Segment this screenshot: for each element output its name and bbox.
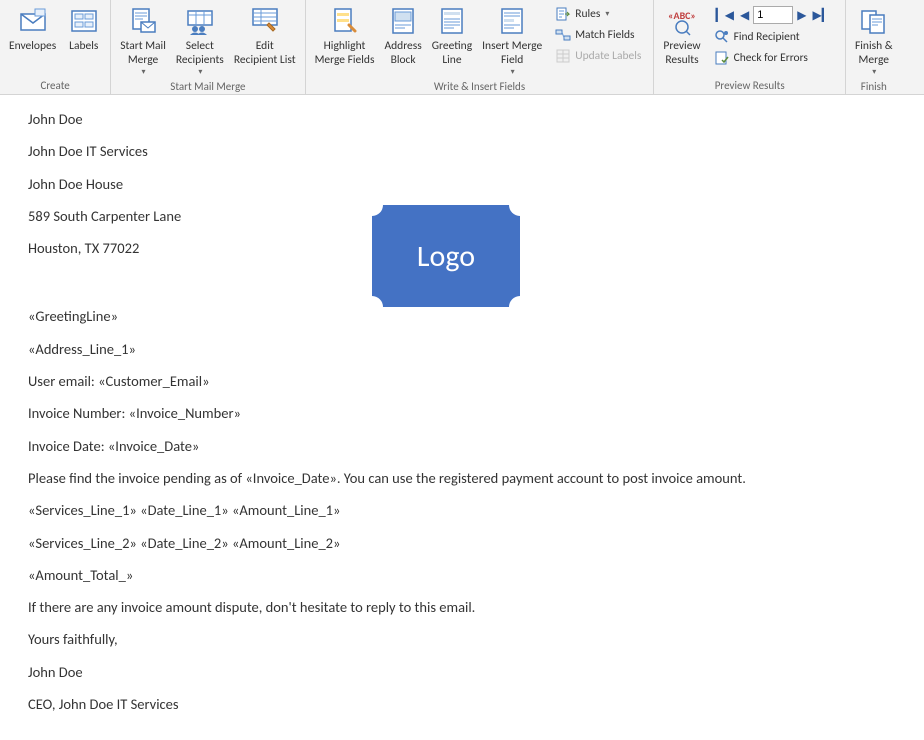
record-navigation: ▎◀ ◀ ▶ ▶▎ xyxy=(710,4,837,26)
start-mail-merge-label: Start Mail Merge xyxy=(120,39,166,67)
line-invoice-date: Invoice Date: «Invoice_Date» xyxy=(28,436,896,456)
check-errors-icon xyxy=(714,50,730,66)
preview-results-label: Preview Results xyxy=(663,39,700,67)
labels-button[interactable]: Labels xyxy=(61,2,106,56)
group-label-write-insert: Write & Insert Fields xyxy=(310,80,650,95)
signature-title: CEO, John Doe IT Services xyxy=(28,694,896,714)
dropdown-arrow-icon: ▾ xyxy=(605,9,609,19)
preview-results-icon: «ABC» xyxy=(666,5,698,37)
group-label-start-mail-merge: Start Mail Merge xyxy=(115,80,300,95)
svg-text:«ABC»: «ABC» xyxy=(668,9,696,22)
envelopes-button[interactable]: Envelopes xyxy=(4,2,61,56)
start-mail-merge-icon xyxy=(127,5,159,37)
ribbon-group-finish: Finish & Merge▾ Finish xyxy=(846,0,902,94)
insert-merge-field-label: Insert Merge Field xyxy=(482,39,542,67)
dropdown-arrow-icon: ▾ xyxy=(511,67,515,77)
dropdown-arrow-icon: ▾ xyxy=(872,67,876,77)
finish-merge-icon xyxy=(858,5,890,37)
find-recipient-label: Find Recipient xyxy=(734,30,800,44)
first-record-button[interactable]: ▎◀ xyxy=(714,7,736,24)
merge-field-invoice-date: «Invoice_Date» xyxy=(108,437,200,455)
match-fields-button[interactable]: Match Fields xyxy=(551,25,645,45)
edit-recipient-list-label: Edit Recipient List xyxy=(234,39,296,67)
merge-field-greeting: «GreetingLine» xyxy=(28,306,896,326)
logo-placeholder[interactable]: Logo xyxy=(372,205,520,307)
edit-recipient-list-button[interactable]: Edit Recipient List xyxy=(229,2,301,70)
edit-recipient-list-icon xyxy=(249,5,281,37)
greeting-line-button[interactable]: Greeting Line xyxy=(427,2,477,70)
ribbon-group-preview-results: «ABC» Preview Results ▎◀ ◀ ▶ ▶▎ Find Rec… xyxy=(654,0,846,94)
record-number-input[interactable] xyxy=(753,6,793,24)
start-mail-merge-button[interactable]: Start Mail Merge▾ xyxy=(115,2,171,80)
ribbon-group-write-insert: Highlight Merge Fields Address Block Gre… xyxy=(306,0,655,94)
check-for-errors-button[interactable]: Check for Errors xyxy=(710,48,837,68)
document-body[interactable]: John Doe John Doe IT Services John Doe H… xyxy=(0,95,924,740)
update-labels-icon xyxy=(555,48,571,64)
finish-merge-label: Finish & Merge xyxy=(855,39,893,67)
sender-name: John Doe xyxy=(28,109,896,129)
dropdown-arrow-icon: ▾ xyxy=(198,67,202,77)
line-intro: Please find the invoice pending as of «I… xyxy=(28,468,896,488)
address-block-label: Address Block xyxy=(384,39,421,67)
group-label-finish: Finish xyxy=(850,80,898,95)
merge-field-address1: «Address_Line_1» xyxy=(28,339,896,359)
group-label-preview-results: Preview Results xyxy=(658,79,841,94)
address-block-icon xyxy=(387,5,419,37)
logo-text: Logo xyxy=(417,238,475,275)
prev-record-button[interactable]: ◀ xyxy=(738,7,751,24)
sender-building: John Doe House xyxy=(28,174,896,194)
address-block-button[interactable]: Address Block xyxy=(379,2,426,70)
greeting-line-label: Greeting Line xyxy=(432,39,472,67)
dropdown-arrow-icon: ▾ xyxy=(142,67,146,77)
finish-merge-button[interactable]: Finish & Merge▾ xyxy=(850,2,898,80)
rules-icon xyxy=(555,6,571,22)
ribbon-group-start-mail-merge: Start Mail Merge▾ Select Recipients▾ Edi… xyxy=(111,0,305,94)
line-dispute: If there are any invoice amount dispute,… xyxy=(28,597,896,617)
check-errors-label: Check for Errors xyxy=(734,51,808,65)
update-labels-button: Update Labels xyxy=(551,46,645,66)
ribbon: Envelopes Labels Create Start Mail Merge… xyxy=(0,0,924,95)
find-recipient-button[interactable]: Find Recipient xyxy=(710,27,837,47)
merge-field-customer-email: «Customer_Email» xyxy=(98,372,209,390)
update-labels-label: Update Labels xyxy=(575,49,641,63)
line-invoice-number: Invoice Number: «Invoice_Number» xyxy=(28,403,896,423)
highlight-icon xyxy=(329,5,361,37)
signature-name: John Doe xyxy=(28,662,896,682)
preview-results-button[interactable]: «ABC» Preview Results xyxy=(658,2,705,70)
select-recipients-button[interactable]: Select Recipients▾ xyxy=(171,2,229,80)
merge-field-amount-total: «Amount_Total_» xyxy=(28,565,896,585)
select-recipients-label: Select Recipients xyxy=(176,39,224,67)
merge-field-invoice-number: «Invoice_Number» xyxy=(129,404,241,422)
line-closing: Yours faithfully, xyxy=(28,629,896,649)
envelope-icon xyxy=(17,5,49,37)
labels-icon xyxy=(68,5,100,37)
greeting-line-icon xyxy=(436,5,468,37)
insert-merge-field-icon xyxy=(496,5,528,37)
last-record-button[interactable]: ▶▎ xyxy=(811,7,833,24)
highlight-merge-fields-button[interactable]: Highlight Merge Fields xyxy=(310,2,380,70)
select-recipients-icon xyxy=(184,5,216,37)
match-fields-icon xyxy=(555,27,571,43)
match-fields-label: Match Fields xyxy=(575,28,634,42)
envelopes-label: Envelopes xyxy=(9,39,56,53)
line-user-email: User email: «Customer_Email» xyxy=(28,371,896,391)
labels-label: Labels xyxy=(69,39,98,53)
sender-company: John Doe IT Services xyxy=(28,141,896,161)
insert-merge-field-button[interactable]: Insert Merge Field▾ xyxy=(477,2,547,80)
document-area: Logo John Doe John Doe IT Services John … xyxy=(0,95,924,740)
next-record-button[interactable]: ▶ xyxy=(795,7,808,24)
ribbon-group-create: Envelopes Labels Create xyxy=(0,0,111,94)
group-label-create: Create xyxy=(4,79,106,94)
highlight-merge-fields-label: Highlight Merge Fields xyxy=(315,39,375,67)
line-services-1: «Services_Line_1» «Date_Line_1» «Amount_… xyxy=(28,500,896,520)
find-recipient-icon xyxy=(714,29,730,45)
rules-label: Rules xyxy=(575,7,600,21)
line-services-2: «Services_Line_2» «Date_Line_2» «Amount_… xyxy=(28,533,896,553)
rules-button[interactable]: Rules ▾ xyxy=(551,4,645,24)
